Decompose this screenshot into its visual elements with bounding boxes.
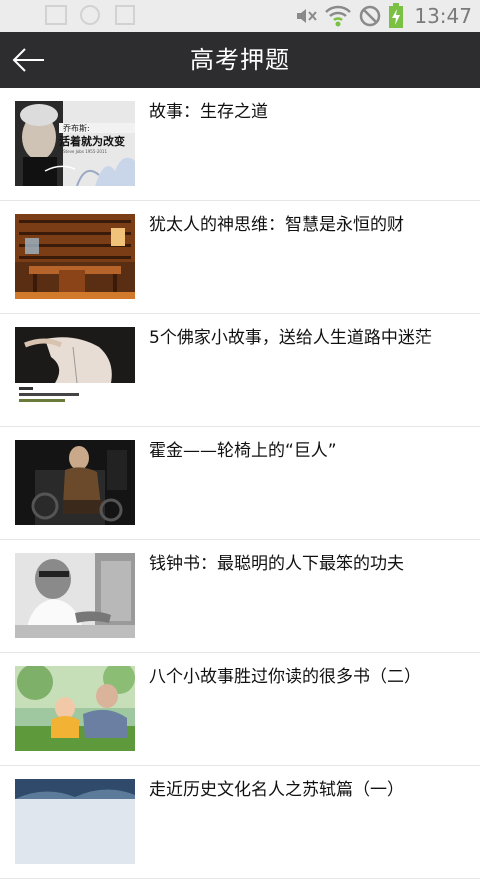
status-icons: 13:47 [294,3,472,29]
wifi-icon [325,5,352,27]
article-title: 霍金——轮椅上的“巨人” [149,441,337,461]
article-thumbnail [15,327,135,412]
article-thumbnail [15,214,135,299]
article-item[interactable]: 霍金——轮椅上的“巨人” [0,427,480,540]
article-item[interactable]: 八个小故事胜过你读的很多书（二） [0,653,480,766]
article-title: 5个佛家小故事，送给人生道路中迷茫 [149,328,432,348]
no-sim-icon [360,5,381,27]
svg-text:活着就为改变: 活着就为改变 [59,134,125,148]
article-title: 八个小故事胜过你读的很多书（二） [149,667,421,687]
back-arrow-icon [12,48,44,72]
battery-charging-icon [389,3,404,28]
back-button[interactable] [8,40,50,80]
article-item[interactable]: 乔布斯: 活着就为改变 Steve Jobs 1955-2011 故事：生存之道 [0,88,480,201]
mute-icon [297,9,318,23]
article-thumbnail [15,666,135,751]
title-bar: 高考押题 [0,32,480,88]
article-thumbnail: 乔布斯: 活着就为改变 Steve Jobs 1955-2011 [15,101,135,186]
article-item[interactable]: 犹太人的神思维：智慧是永恒的财 [0,201,480,314]
page-title: 高考押题 [190,46,290,74]
article-thumbnail [15,779,135,864]
status-bar: 13:47 [0,0,480,32]
svg-text:乔布斯:: 乔布斯: [63,123,90,133]
article-title: 走近历史文化名人之苏轼篇（一） [149,780,404,800]
article-list: 乔布斯: 活着就为改变 Steve Jobs 1955-2011 故事：生存之道 [0,88,480,879]
status-time: 13:47 [414,4,472,28]
article-title: 犹太人的神思维：智慧是永恒的财 [149,215,404,235]
article-thumbnail [15,553,135,638]
article-title: 故事：生存之道 [149,102,268,122]
svg-text:Steve Jobs 1955-2011: Steve Jobs 1955-2011 [63,149,107,154]
article-item[interactable]: 钱钟书：最聪明的人下最笨的功夫 [0,540,480,653]
notification-icons [45,5,135,25]
article-thumbnail [15,440,135,525]
article-item[interactable]: 走近历史文化名人之苏轼篇（一） [0,766,480,879]
article-title: 钱钟书：最聪明的人下最笨的功夫 [149,554,404,574]
article-item[interactable]: 5个佛家小故事，送给人生道路中迷茫 [0,314,480,427]
